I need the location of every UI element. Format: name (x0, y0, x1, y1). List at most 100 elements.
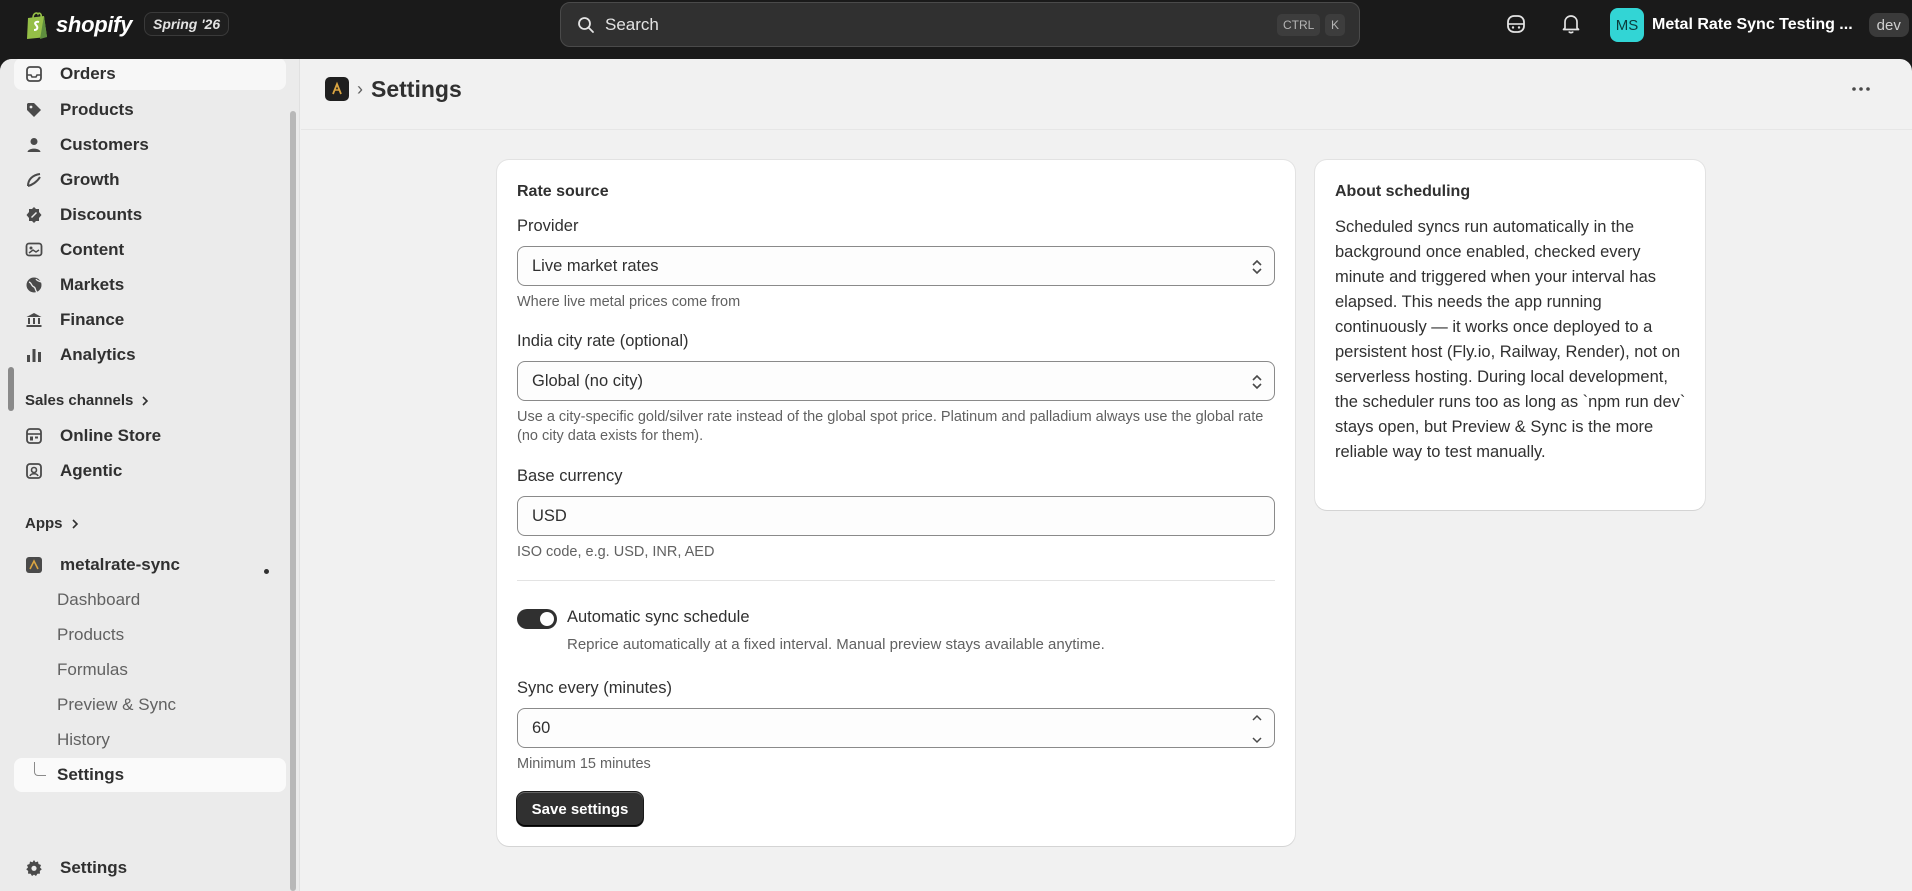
more-actions-button[interactable] (1847, 77, 1875, 101)
env-badge: dev (1868, 13, 1909, 37)
sidebar-item-label: Products (60, 100, 134, 119)
sidebar: Orders Products Customers Growth Discoun… (0, 59, 300, 891)
sidebar-subitem-formulas[interactable]: Formulas (14, 653, 286, 687)
currency-value: USD (532, 506, 567, 525)
select-chevron-icon (1252, 374, 1262, 390)
sales-channels-heading[interactable]: Sales channels (25, 392, 149, 409)
app-breadcrumb-icon[interactable] (325, 77, 349, 101)
bar-chart-icon (24, 345, 44, 365)
chevron-right-icon (142, 395, 149, 406)
sidebar-item-growth[interactable]: Growth (14, 164, 286, 196)
sidebar-item-label: Finance (60, 310, 125, 329)
card-title: Rate source (517, 183, 609, 200)
search-placeholder: Search (605, 14, 659, 34)
sidebar-item-label: Online Store (60, 426, 162, 445)
schedule-toggle[interactable] (517, 609, 557, 629)
apps-label: Apps (25, 515, 63, 532)
app-icon (24, 555, 44, 575)
interval-help: Minimum 15 minutes (517, 756, 651, 772)
city-select[interactable]: Global (no city) (517, 361, 1275, 401)
city-help: Use a city-specific gold/silver rate ins… (517, 409, 1264, 444)
sidebar-item-online-store[interactable]: Online Store (14, 420, 286, 452)
interval-value: 60 (532, 718, 551, 737)
tag-icon (24, 100, 44, 120)
city-value: Global (no city) (532, 371, 643, 390)
sidebar-subitem-history[interactable]: History (14, 723, 286, 757)
sidebar-item-label: Content (60, 240, 125, 259)
sidebar-item-label: Settings (60, 858, 128, 877)
globe-icon (24, 275, 44, 295)
shortcut-k-key: K (1325, 14, 1346, 36)
bank-icon (24, 310, 44, 330)
toggle-knob (540, 612, 554, 626)
search-bar[interactable]: Search CTRL K (560, 2, 1360, 47)
sidebar-subitem-settings[interactable]: Settings (14, 758, 286, 792)
city-label: India city rate (optional) (517, 332, 689, 350)
discount-icon (24, 205, 44, 225)
content-icon (24, 240, 44, 260)
subitem-label: Dashboard (57, 590, 141, 609)
provider-value: Live market rates (532, 256, 659, 275)
app-status-dot (264, 569, 269, 574)
main-content: › Settings Rate source Provider Live mar… (301, 59, 1912, 891)
apps-heading[interactable]: Apps (25, 515, 79, 532)
sidebar-item-products[interactable]: Products (14, 94, 286, 126)
sidebar-scrollbar[interactable] (290, 111, 296, 891)
provider-select[interactable]: Live market rates (517, 246, 1275, 286)
sidebar-item-content[interactable]: Content (14, 234, 286, 266)
chevron-down-icon[interactable] (1251, 736, 1263, 744)
currency-input[interactable]: USD (517, 496, 1275, 536)
subitem-label: Preview & Sync (57, 695, 177, 714)
active-connector (34, 762, 46, 776)
sidebar-item-label: Discounts (60, 205, 143, 224)
interval-input[interactable]: 60 (517, 708, 1275, 748)
sidebar-item-finance[interactable]: Finance (14, 304, 286, 336)
section-divider (517, 580, 1275, 581)
sidebar-subitem-preview-sync[interactable]: Preview & Sync (14, 688, 286, 722)
subitem-label: Formulas (57, 660, 128, 679)
save-settings-button[interactable]: Save settings (517, 792, 643, 826)
sidebar-subitem-dashboard[interactable]: Dashboard (14, 583, 286, 617)
subitem-label: History (57, 730, 110, 749)
subitem-label: Products (57, 625, 125, 644)
sidebar-item-analytics[interactable]: Analytics (14, 339, 286, 371)
provider-label: Provider (517, 217, 579, 235)
sidebar-item-agentic[interactable]: Agentic (14, 455, 286, 487)
sidebar-item-customers[interactable]: Customers (14, 129, 286, 161)
about-body: Scheduled syncs run automatically in the… (1335, 218, 1686, 461)
sidebar-item-settings[interactable]: Settings (14, 852, 286, 884)
breadcrumb-chevron-icon: › (357, 78, 363, 99)
sidebar-item-label: Orders (60, 64, 116, 83)
sidebar-item-discounts[interactable]: Discounts (14, 199, 286, 231)
sidebar-item-label: Markets (60, 275, 125, 294)
inbox-icon (24, 64, 44, 84)
provider-help: Where live metal prices come from (517, 294, 741, 310)
sidebar-subitem-products[interactable]: Products (14, 618, 286, 652)
chevron-up-icon[interactable] (1251, 714, 1263, 722)
bell-icon[interactable] (1559, 12, 1583, 36)
about-scheduling-card: About scheduling Scheduled syncs run aut… (1315, 160, 1705, 510)
sidebar-item-label: Customers (60, 135, 149, 154)
admin-shell: Orders Products Customers Growth Discoun… (0, 59, 1912, 891)
sidebar-item-label: Analytics (60, 345, 136, 364)
shortcut-ctrl-key: CTRL (1277, 14, 1321, 36)
schedule-help: Reprice automatically at a fixed interva… (567, 636, 1105, 653)
release-badge[interactable]: Spring '26 (144, 12, 230, 36)
page-title: Settings (371, 75, 462, 102)
shopify-logo[interactable]: shopify (24, 10, 132, 40)
shopify-bag-icon (27, 12, 47, 39)
number-stepper[interactable] (1248, 714, 1266, 744)
store-menu[interactable]: MS Metal Rate Sync Testing ... dev (1610, 8, 1909, 42)
schedule-label: Automatic sync schedule (567, 608, 750, 626)
store-avatar: MS (1610, 8, 1644, 42)
sidebar-item-orders[interactable]: Orders (14, 59, 286, 90)
sidekick-icon[interactable] (1504, 12, 1528, 36)
sidebar-item-markets[interactable]: Markets (14, 269, 286, 301)
chevron-right-icon (71, 518, 78, 529)
sidebar-item-label: Growth (60, 170, 120, 189)
sidebar-scroll-indicator (8, 367, 14, 411)
currency-label: Base currency (517, 467, 623, 485)
select-chevron-icon (1252, 259, 1262, 275)
page-header: › Settings (325, 67, 462, 111)
sidebar-item-app-metalrate-sync[interactable]: metalrate-sync (14, 549, 286, 581)
